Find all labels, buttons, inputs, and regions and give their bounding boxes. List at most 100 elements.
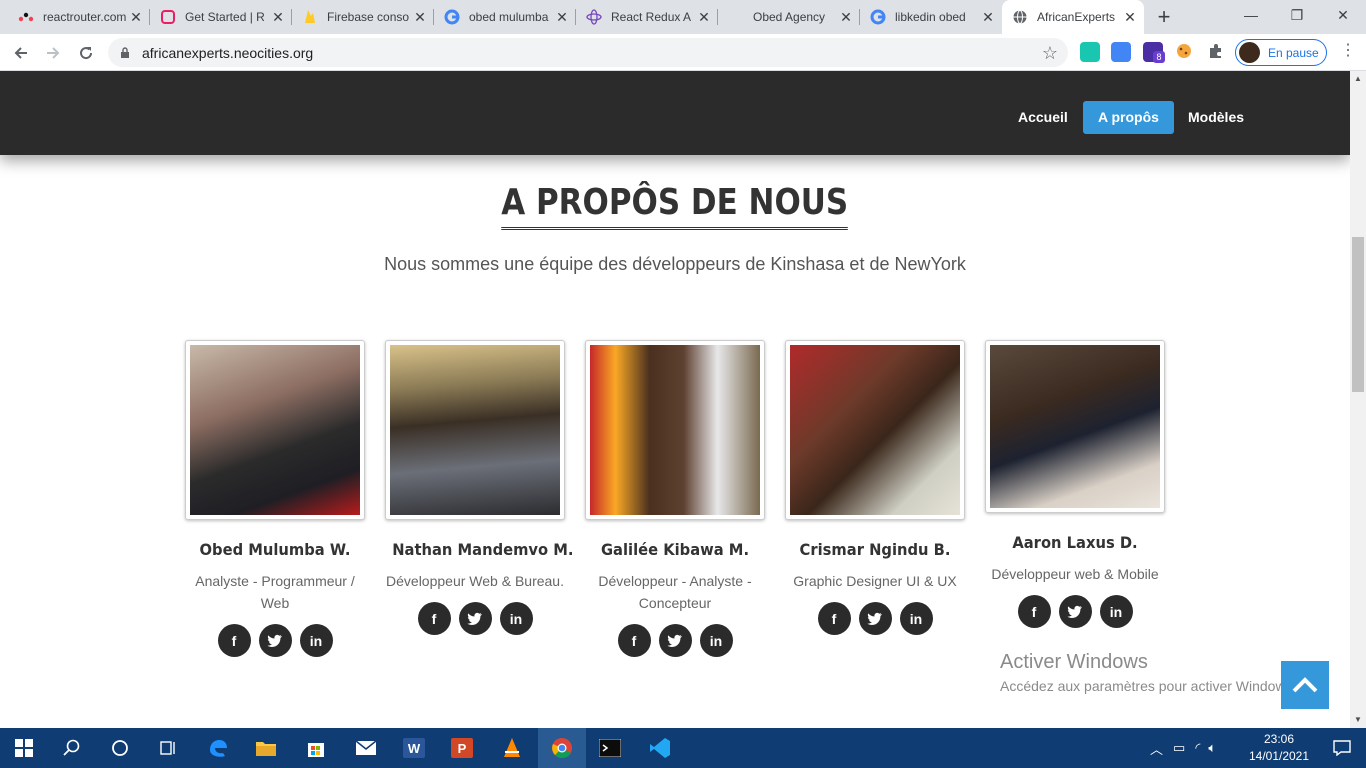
linkedin-icon[interactable]: in [699, 624, 733, 657]
reload-button[interactable] [73, 40, 99, 66]
member-photo [785, 340, 965, 520]
tab-title: libkedin obed [895, 10, 966, 24]
edge-app[interactable] [194, 728, 242, 768]
terminal-app[interactable] [586, 728, 634, 768]
tab-title: Firebase conso [327, 10, 410, 24]
nav-link-modeles[interactable]: Modèles [1173, 101, 1259, 134]
extension-icon[interactable] [1080, 42, 1100, 62]
vscode-app[interactable] [636, 728, 684, 768]
vlc-icon [504, 738, 520, 757]
team-member-card: Obed Mulumba W. Analyste - Programmeur /… [185, 340, 365, 657]
back-button[interactable] [8, 40, 34, 66]
new-tab-button[interactable]: + [1152, 5, 1176, 29]
member-role: Développeur Web & Bureau. [386, 573, 564, 589]
redux-toolkit-icon [160, 9, 176, 25]
twitter-icon[interactable] [858, 602, 892, 635]
minimize-button[interactable]: — [1228, 0, 1274, 30]
extension-badge-icon[interactable]: 8 [1143, 42, 1165, 63]
twitter-icon[interactable] [658, 624, 692, 657]
word-app[interactable]: W [390, 728, 438, 768]
forward-button[interactable] [40, 40, 66, 66]
wifi-icon[interactable]: ◜ [1195, 740, 1200, 756]
store-app[interactable] [292, 728, 340, 768]
close-tab-icon[interactable]: ✕ [980, 9, 996, 26]
twitter-icon[interactable] [458, 602, 492, 635]
browser-tab-active[interactable]: AfricanExperts ✕ [1002, 0, 1144, 34]
page-scrollbar[interactable]: ▲ ▼ [1350, 71, 1366, 728]
google-icon [870, 9, 886, 25]
linkedin-icon[interactable]: in [299, 624, 333, 657]
chevron-up-icon[interactable]: ︿ [1150, 739, 1163, 758]
member-socials: f in [785, 602, 965, 635]
vscode-icon [650, 738, 670, 758]
address-bar[interactable]: africanexperts.neocities.org ☆ [108, 38, 1068, 67]
member-name: Crismar Ngindu B. [799, 540, 951, 559]
task-view-button[interactable] [144, 728, 192, 768]
chrome-icon [552, 738, 572, 759]
browser-tab[interactable]: Obed Agency ✕ [718, 0, 860, 34]
browser-tab[interactable]: reactrouter.com ✕ [8, 0, 150, 34]
team-member-card: Nathan Mandemvo M. Développeur Web & Bur… [385, 340, 573, 635]
browser-tab[interactable]: Get Started | R ✕ [150, 0, 292, 34]
start-button[interactable] [0, 728, 48, 768]
member-role: Développeur - Analyste - Concepteur [598, 573, 752, 611]
terminal-icon [599, 739, 621, 757]
linkedin-icon[interactable]: in [499, 602, 533, 635]
file-explorer-app[interactable] [242, 728, 290, 768]
back-to-top-button[interactable] [1281, 661, 1329, 709]
volume-icon[interactable]: 🔈︎ [1208, 740, 1216, 756]
twitter-icon[interactable] [258, 624, 292, 657]
linkedin-icon[interactable]: in [1099, 595, 1133, 628]
tab-title: obed mulumba [469, 10, 549, 24]
windows-taskbar: W P ︿ ▭ ◜ 🔈︎ 23:06 14/01/2021 [0, 728, 1366, 768]
facebook-icon[interactable]: f [1017, 595, 1051, 628]
bookmark-star-icon[interactable]: ☆ [1042, 43, 1058, 64]
close-tab-icon[interactable]: ✕ [270, 9, 286, 26]
firebase-icon [302, 9, 318, 25]
team-member-card: Galilée Kibawa M. Développeur - Analyste… [585, 340, 765, 657]
vlc-app[interactable] [488, 728, 536, 768]
more-menu-icon[interactable]: ⋮ [1340, 42, 1356, 62]
search-icon [63, 739, 80, 756]
close-tab-icon[interactable]: ✕ [412, 9, 428, 26]
facebook-icon[interactable]: f [817, 602, 851, 635]
system-tray: ︿ ▭ ◜ 🔈︎ [1150, 728, 1216, 768]
search-button[interactable] [48, 728, 96, 768]
close-tab-icon[interactable]: ✕ [1122, 9, 1138, 26]
close-tab-icon[interactable]: ✕ [696, 9, 712, 26]
notification-button[interactable] [1318, 728, 1366, 768]
close-tab-icon[interactable]: ✕ [128, 9, 144, 26]
close-tab-icon[interactable]: ✕ [554, 9, 570, 26]
activation-title: Activer Windows [1000, 651, 1148, 673]
close-tab-icon[interactable]: ✕ [838, 9, 854, 26]
cortana-button[interactable] [96, 728, 144, 768]
profile-button[interactable]: En pause [1235, 39, 1327, 66]
page-viewport: Accueil A propôs Modèles A PROPÔS DE NOU… [0, 71, 1350, 728]
url-text: africanexperts.neocities.org [142, 45, 314, 61]
store-icon [308, 743, 324, 757]
mail-app[interactable] [342, 728, 390, 768]
browser-tab[interactable]: obed mulumba ✕ [434, 0, 576, 34]
scrollbar-thumb[interactable] [1352, 237, 1364, 392]
windows-activation-watermark: Activer Windows Accédez aux paramètres p… [1000, 651, 1296, 694]
powerpoint-app[interactable]: P [438, 728, 486, 768]
linkedin-icon[interactable]: in [899, 602, 933, 635]
restore-button[interactable]: ❐ [1274, 0, 1320, 30]
nav-link-accueil[interactable]: Accueil [1003, 101, 1083, 134]
nav-link-apropos[interactable]: A propôs [1083, 101, 1174, 134]
facebook-icon[interactable]: f [417, 602, 451, 635]
translate-icon[interactable] [1111, 42, 1131, 62]
browser-tab[interactable]: React Redux A ✕ [576, 0, 718, 34]
cookie-extension-icon[interactable] [1175, 42, 1195, 62]
battery-icon[interactable]: ▭ [1173, 740, 1185, 756]
facebook-icon[interactable]: f [217, 624, 251, 657]
activation-subtitle: Accédez aux paramètres pour activer Wind… [1000, 678, 1297, 694]
taskbar-clock[interactable]: 23:06 14/01/2021 [1244, 731, 1314, 765]
browser-tab[interactable]: libkedin obed ✕ [860, 0, 1002, 34]
facebook-icon[interactable]: f [617, 624, 651, 657]
close-window-button[interactable]: ✕ [1320, 0, 1366, 30]
puzzle-icon[interactable] [1207, 42, 1227, 62]
browser-tab[interactable]: Firebase conso ✕ [292, 0, 434, 34]
twitter-icon[interactable] [1058, 595, 1092, 628]
chrome-app[interactable] [538, 728, 586, 768]
